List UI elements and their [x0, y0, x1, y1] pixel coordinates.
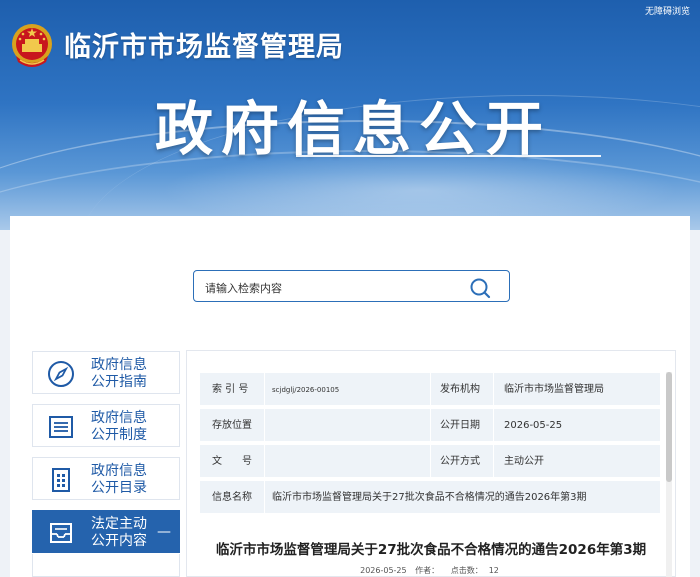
meta-value: scjdglj/2026-00105: [272, 386, 340, 394]
national-emblem-icon: [12, 24, 52, 67]
meta-value: 主动公开: [504, 456, 544, 467]
sidebar-item-label: 政府信息: [91, 357, 147, 373]
sidebar-item-guide[interactable]: 政府信息 公开指南: [32, 351, 180, 394]
meta-value: 2026-05-25: [504, 420, 563, 431]
document-clicks-label: 点击数：: [450, 566, 483, 575]
search-icon[interactable]: [469, 277, 491, 299]
list-icon: [49, 416, 73, 438]
inbox-icon: [50, 523, 72, 543]
sidebar-item-label: 公开目录: [91, 480, 147, 496]
sidebar-item-label: 公开内容: [91, 533, 147, 549]
meta-row: 存放位置 公开日期 2026-05-25: [200, 409, 660, 443]
meta-row: 信息名称 临沂市市场监督管理局关于27批次食品不合格情况的通告2026年第3期: [200, 481, 660, 515]
grid-icon: [52, 468, 70, 492]
document-title: 临沂市市场监督管理局关于27批次食品不合格情况的通告2026年第3期: [215, 542, 647, 558]
collapse-toggle[interactable]: —: [157, 524, 171, 540]
sidebar-item-label: 法定主动: [91, 516, 147, 532]
sidebar-item-label: 政府信息: [91, 463, 147, 479]
meta-row: 索 引 号 scjdglj/2026-00105 发布机构 临沂市市场监督管理局: [200, 373, 660, 407]
hero-underline: [296, 155, 601, 157]
sidebar-item-system[interactable]: 政府信息 公开制度: [32, 404, 180, 447]
meta-row: 文 号 公开方式 主动公开: [200, 445, 660, 479]
meta-value: 临沂市市场监督管理局关于27批次食品不合格情况的通告2026年第3期: [272, 492, 587, 503]
document-date: 2026-05-25: [360, 566, 407, 575]
sidebar-item-label: 政府信息: [91, 410, 147, 426]
meta-label: 公开日期: [440, 420, 480, 431]
accessibility-link[interactable]: 无障碍浏览: [645, 4, 690, 17]
sidebar-item-label: 公开制度: [91, 427, 147, 443]
search-box[interactable]: 请输入检索内容: [193, 270, 510, 302]
document-meta: 2026-05-25 作者： 点击数： 12: [186, 565, 676, 576]
site-title[interactable]: 临沂市市场监督管理局: [64, 25, 344, 64]
compass-icon: [48, 361, 74, 387]
sidebar-item-catalog[interactable]: 政府信息 公开目录: [32, 457, 180, 500]
page-hero-title: 政府信息公开: [155, 95, 552, 163]
meta-value: 临沂市市场监督管理局: [504, 384, 604, 395]
document-clicks-value: 12: [488, 566, 499, 575]
meta-label: 发布机构: [440, 384, 480, 395]
meta-label: 文 号: [212, 456, 252, 467]
sidebar-item-label: 公开指南: [91, 374, 147, 390]
document-author-label: 作者：: [415, 566, 440, 575]
search-input[interactable]: 请输入检索内容: [205, 280, 282, 296]
meta-label: 索 引 号: [212, 384, 249, 395]
meta-label: 存放位置: [212, 420, 252, 431]
scrollbar-thumb[interactable]: [666, 372, 672, 482]
content-scrollbar[interactable]: [666, 372, 672, 577]
sidebar-item-statutory[interactable]: 法定主动 公开内容 —: [32, 510, 180, 553]
meta-label: 公开方式: [440, 456, 480, 467]
sidebar-subitem[interactable]: [32, 554, 180, 577]
meta-label: 信息名称: [212, 492, 252, 503]
